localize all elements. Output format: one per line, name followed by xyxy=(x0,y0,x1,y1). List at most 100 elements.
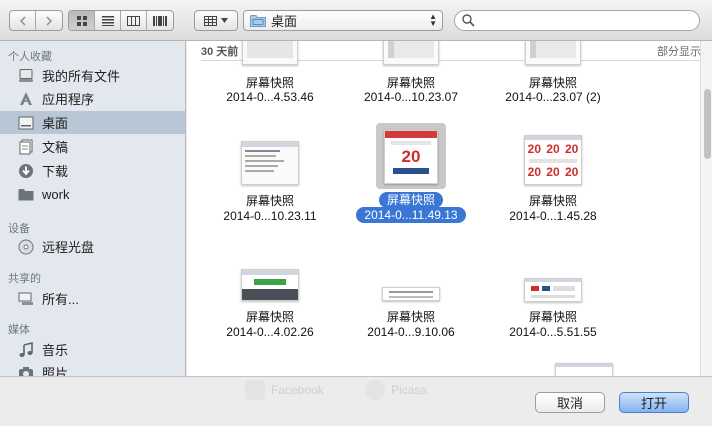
desktop-icon xyxy=(17,114,35,132)
thumbnail-text: 20 xyxy=(401,147,421,166)
file-thumbnail xyxy=(383,41,439,65)
sidebar-item-label: 下载 xyxy=(42,164,69,179)
column-view-icon xyxy=(127,15,140,26)
show-less-link[interactable]: 部分显示 xyxy=(657,43,701,59)
toolbar: 桌面 ▲ ▼ xyxy=(0,0,712,41)
file-name: 屏幕快照 xyxy=(386,310,435,324)
file-item[interactable]: 屏幕快照 2014-0...4.53.46 xyxy=(201,41,339,111)
background-facebook: Facebook xyxy=(245,380,324,400)
file-item[interactable]: 屏幕快照 2014-0...9.10.06 xyxy=(342,261,480,341)
sidebar-item-label: 应用程序 xyxy=(42,92,95,107)
sidebar-item-all-shared[interactable]: 所有... xyxy=(0,287,185,310)
arrange-menu-button[interactable] xyxy=(194,10,238,31)
section-media: 媒体 xyxy=(8,324,30,336)
updown-arrows-icon: ▲ ▼ xyxy=(429,12,437,28)
music-icon xyxy=(17,341,35,359)
thumbnail-text: 20 xyxy=(546,142,560,156)
sidebar-item-desktop[interactable]: 桌面 xyxy=(0,111,185,134)
file-item-selected[interactable]: 20 屏幕快照 2014-0...11.49.13 xyxy=(342,121,480,226)
view-switcher xyxy=(68,10,174,31)
sidebar-item-label: work xyxy=(42,187,70,202)
sidebar-item-label: 我的所有文件 xyxy=(42,69,121,84)
file-name: 屏幕快照 xyxy=(528,310,577,324)
sidebar-item-label: 远程光盘 xyxy=(42,240,95,255)
thumbnail-text: 20 xyxy=(546,165,560,179)
location-label: 桌面 xyxy=(271,14,298,29)
sidebar-item-documents[interactable]: 文稿 xyxy=(0,135,185,158)
all-files-icon xyxy=(17,67,35,85)
file-item[interactable]: 屏幕快照 2014-0...10.23.11 xyxy=(201,131,339,226)
file-thumbnail xyxy=(525,41,581,65)
folder-icon xyxy=(250,14,266,27)
file-date: 2014-0...4.02.26 xyxy=(226,325,314,339)
file-item[interactable]: 屏幕快照 2014-0...4.02.26 xyxy=(201,261,339,341)
file-date: 2014-0...10.23.07 xyxy=(363,90,459,104)
file-name: 屏幕快照 xyxy=(386,76,435,90)
file-item[interactable]: 屏幕快照 2014-0...10.23.07 xyxy=(342,41,480,111)
file-thumbnail xyxy=(382,287,440,301)
sidebar-item-label: 桌面 xyxy=(42,116,69,131)
search-field[interactable] xyxy=(454,10,700,31)
file-thumbnail xyxy=(241,141,299,185)
file-thumbnail xyxy=(242,41,298,65)
back-button[interactable] xyxy=(10,11,36,30)
sidebar-item-label: 所有... xyxy=(42,292,79,307)
cancel-button[interactable]: 取消 xyxy=(535,392,605,413)
file-thumbnail xyxy=(241,269,299,301)
sidebar-item-work[interactable]: work xyxy=(0,183,185,206)
vertical-scrollbar[interactable] xyxy=(700,41,712,376)
file-date: 2014-0...11.49.13 xyxy=(332,207,490,223)
file-name: 屏幕快照 xyxy=(245,76,294,90)
arrange-grid-icon xyxy=(204,15,217,26)
file-item[interactable]: 20 20 20 20 20 20 屏幕快照 2014-0...1.45.28 xyxy=(484,131,622,226)
search-input[interactable] xyxy=(479,12,679,29)
downloads-icon xyxy=(17,162,35,180)
file-thumbnail: 20 xyxy=(384,130,438,184)
thumbnail-text: 20 xyxy=(527,142,541,156)
column-view-button[interactable] xyxy=(121,11,147,30)
scrollbar-thumb[interactable] xyxy=(704,89,711,159)
file-name: 屏幕快照 xyxy=(245,194,294,208)
open-button[interactable]: 打开 xyxy=(619,392,689,413)
file-name: 屏幕快照 xyxy=(528,194,577,208)
file-item[interactable]: 屏幕快照 2014-0...5.51.55 xyxy=(484,261,622,341)
file-date: 2014-0...10.23.11 xyxy=(223,209,317,223)
file-date: 2014-0...5.51.55 xyxy=(509,325,597,339)
file-browser: 30 天前 部分显示 屏幕快照 2014-0...4.53.46 屏幕快照 20… xyxy=(187,41,712,376)
coverflow-view-button[interactable] xyxy=(147,11,173,30)
background-facebook-label: Facebook xyxy=(271,383,324,397)
sidebar-item-applications[interactable]: 应用程序 xyxy=(0,87,185,110)
file-thumbnail-partial[interactable] xyxy=(555,363,613,376)
forward-button[interactable] xyxy=(36,11,62,30)
background-picasa-label: Picasa xyxy=(391,383,428,397)
network-icon xyxy=(17,290,35,308)
dialog-footer: 取消 打开 xyxy=(0,376,712,426)
file-item[interactable]: 屏幕快照 2014-0...23.07 (2) xyxy=(484,41,622,111)
facebook-icon xyxy=(245,380,265,400)
picasa-icon xyxy=(365,380,385,400)
applications-icon xyxy=(17,90,35,108)
icon-view-button[interactable] xyxy=(69,11,95,30)
caret-down-icon xyxy=(221,18,228,23)
chevron-right-icon xyxy=(46,15,53,26)
file-thumbnail: 20 20 20 20 20 20 xyxy=(524,135,582,185)
file-name: 屏幕快照 xyxy=(245,310,294,324)
history-buttons xyxy=(9,10,63,31)
sidebar-item-downloads[interactable]: 下载 xyxy=(0,159,185,182)
sidebar-item-all-files[interactable]: 我的所有文件 xyxy=(0,64,185,87)
sidebar-item-music[interactable]: 音乐 xyxy=(0,338,185,361)
camera-icon xyxy=(17,364,35,376)
sidebar-item-photos[interactable]: 照片 xyxy=(0,361,185,376)
documents-icon xyxy=(17,138,35,156)
folder-icon xyxy=(17,186,35,204)
section-favorites: 个人收藏 xyxy=(8,51,52,63)
file-date: 2014-0...1.45.28 xyxy=(509,209,597,223)
list-view-button[interactable] xyxy=(95,11,121,30)
chevron-left-icon xyxy=(19,15,26,26)
location-popup[interactable]: 桌面 ▲ ▼ xyxy=(243,10,443,31)
sidebar-item-label: 照片 xyxy=(42,366,69,376)
sidebar-item-remote-disc[interactable]: 远程光盘 xyxy=(0,235,185,258)
file-date: 2014-0...4.53.46 xyxy=(226,90,314,104)
file-date: 2014-0...23.07 (2) xyxy=(505,90,601,104)
disc-icon xyxy=(17,238,35,256)
